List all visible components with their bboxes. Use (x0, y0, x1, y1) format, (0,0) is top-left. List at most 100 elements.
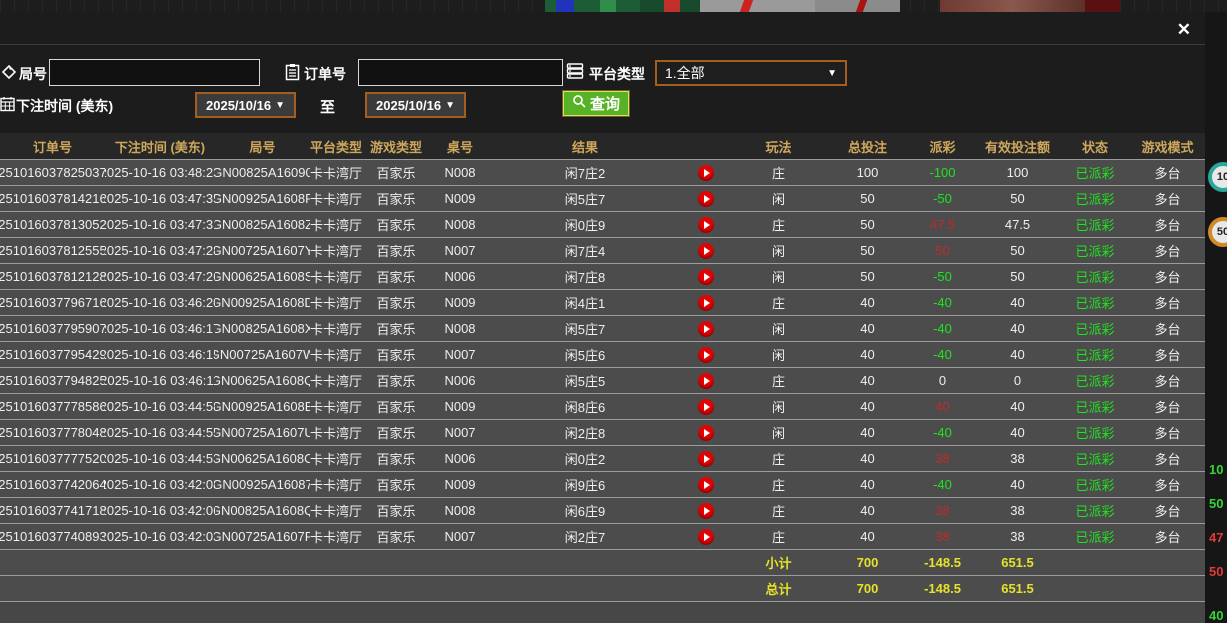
search-button-label: 查询 (590, 96, 621, 113)
table-row: 251016037741718 2025-10-16 03:42:06 GN0082… (0, 497, 1205, 523)
total-payout: -148.5 (924, 581, 961, 596)
cell-mode: 多台 (1154, 374, 1181, 389)
cell-total_bet: 40 (860, 399, 875, 414)
order-label: 订单号 (304, 66, 346, 82)
cell-total_bet: 40 (860, 425, 875, 440)
replay-play-icon[interactable] (698, 476, 714, 493)
cell-game_type: 百家乐 (376, 218, 416, 233)
total-game_type (362, 576, 430, 601)
cell-play: 庄 (771, 530, 785, 545)
replay-play-icon[interactable] (698, 450, 714, 467)
cell-result: 闲6庄9 (564, 504, 606, 519)
cell-round_no: GN00725A1607U (215, 425, 310, 440)
play-triangle (704, 480, 710, 489)
cell-valid_bet: 40 (1010, 295, 1025, 310)
replay-play-icon[interactable] (698, 164, 714, 181)
cell-round_no: GN00725A1607P (215, 529, 310, 544)
cell-table_no: N006 (444, 269, 476, 284)
cell-status: 已派彩 (1075, 452, 1115, 467)
background-game-edge: 10 50 10 50 47 50 40 (1205, 12, 1227, 623)
cell-play: 庄 (771, 452, 785, 467)
cell-play: 闲 (771, 400, 785, 415)
replay-play-icon[interactable] (698, 320, 714, 337)
cell-payout: 47.5 (929, 217, 956, 232)
bg-number-fragment: 40 (1209, 608, 1224, 623)
cell-mode: 多台 (1154, 270, 1181, 285)
cell-replay (680, 264, 732, 289)
cell-replay (680, 212, 732, 237)
replay-play-icon[interactable] (698, 346, 714, 363)
replay-play-icon[interactable] (698, 294, 714, 311)
play-triangle (704, 532, 710, 541)
cell-bet_time: 2025-10-16 03:46:17 (105, 321, 215, 336)
cell-payout: -40 (933, 425, 952, 440)
subtotal-bet_time (105, 550, 215, 575)
order-input[interactable] (358, 59, 563, 86)
cell-mode: 多台 (1154, 296, 1181, 311)
cell-status: 已派彩 (1075, 478, 1115, 493)
cell-round_no: GN00625A1608S (215, 269, 310, 284)
cell-result: 闲9庄6 (564, 478, 606, 493)
cell-replay (680, 316, 732, 341)
date-to-picker[interactable]: 2025/10/16 ▼ (365, 92, 466, 118)
cell-result: 闲7庄8 (564, 270, 606, 285)
cell-bet_time: 2025-10-16 03:47:28 (105, 243, 215, 258)
cell-payout: -40 (933, 347, 952, 362)
table-row: 251016037825037 2025-10-16 03:48:23 GN0082… (0, 159, 1205, 185)
cell-order_no: 251016037825037 (0, 165, 105, 180)
cell-table_no: N008 (444, 321, 476, 336)
subtotal-total_bet: 700 (856, 555, 879, 570)
search-button[interactable]: 查询 (563, 91, 630, 116)
replay-play-icon[interactable] (698, 398, 714, 415)
cell-platform: 卡卡湾厅 (310, 530, 362, 545)
to-label: 至 (320, 99, 336, 116)
table-row: 251016037813052 2025-10-16 03:47:31 GN0082… (0, 211, 1205, 237)
cell-status: 已派彩 (1075, 348, 1115, 363)
bg-video-fragment (1010, 0, 1085, 12)
date-from-picker[interactable]: 2025/10/16 ▼ (195, 92, 296, 118)
play-triangle (704, 194, 710, 203)
replay-play-icon[interactable] (698, 372, 714, 389)
cell-play: 闲 (771, 270, 785, 285)
cell-platform: 卡卡湾厅 (310, 218, 362, 233)
bet-history-dialog: ✕ 局号 订单号 平台类型 1.全部 ▼ 下注时间 (美东) 2025/10/1… (0, 12, 1205, 623)
cell-mode: 多台 (1154, 504, 1181, 519)
replay-play-icon[interactable] (698, 190, 714, 207)
chevron-down-icon: ▼ (275, 99, 285, 111)
cell-round_no: GN00825A1608Q (215, 503, 310, 518)
platform-type-select[interactable]: 1.全部 ▼ (655, 60, 847, 86)
cell-round_no: GN00825A1608Z (215, 217, 310, 232)
cell-table_no: N008 (444, 217, 476, 232)
column-header-valid_bet: 有效投注额 (984, 139, 1050, 155)
cell-result: 闲0庄9 (564, 218, 606, 233)
cell-result: 闲2庄8 (564, 426, 606, 441)
total-valid_bet: 651.5 (1001, 581, 1034, 596)
cell-total_bet: 40 (860, 347, 875, 362)
replay-play-icon[interactable] (698, 268, 714, 285)
cell-platform: 卡卡湾厅 (310, 192, 362, 207)
bg-video-fragment (940, 0, 1010, 12)
cell-total_bet: 40 (860, 451, 875, 466)
column-header-mode: 游戏模式 (1141, 139, 1194, 155)
cell-platform: 卡卡湾厅 (310, 348, 362, 363)
bg-icon-fragment (600, 0, 616, 12)
cell-replay (680, 342, 732, 367)
play-triangle (704, 350, 710, 359)
cell-play: 庄 (771, 166, 785, 181)
bet-history-table: 订单号 下注时间 (美东) 局号 平台类型 游戏类型 桌号 结果 玩法 总投注 派彩 有效投注额 状态… (0, 133, 1205, 623)
replay-play-icon[interactable] (698, 242, 714, 259)
replay-play-icon[interactable] (698, 216, 714, 233)
close-icon[interactable]: ✕ (1177, 20, 1191, 40)
cell-payout: 38 (935, 451, 950, 466)
cell-game_type: 百家乐 (376, 530, 416, 545)
cell-result: 闲0庄2 (564, 452, 606, 467)
replay-play-icon[interactable] (698, 528, 714, 545)
cell-table_no: N009 (444, 295, 476, 310)
replay-play-icon[interactable] (698, 424, 714, 441)
cell-round_no: GN00725A1607W (215, 347, 310, 362)
round-input[interactable] (49, 59, 260, 86)
replay-play-icon[interactable] (698, 502, 714, 519)
cell-table_no: N009 (444, 399, 476, 414)
cell-result: 闲4庄1 (564, 296, 606, 311)
cell-table_no: N007 (444, 425, 476, 440)
